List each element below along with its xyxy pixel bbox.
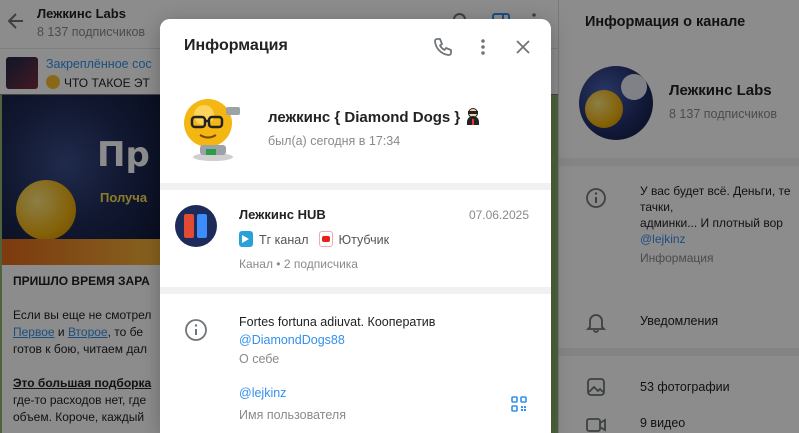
phone-icon[interactable]	[432, 36, 454, 58]
user-info-modal: Информация лежкинс { Diamond Dogs } был(…	[160, 19, 551, 433]
channel-avatar-shape	[197, 214, 207, 238]
user-last-seen: был(а) сегодня в 17:34	[268, 134, 401, 148]
more-options-icon[interactable]	[472, 36, 494, 58]
channel-last-post: Тг канал Ютубчик	[239, 231, 389, 247]
user-avatar-sticker[interactable]	[182, 93, 244, 163]
user-name-text: лежкинс { Diamond Dogs }	[268, 109, 461, 126]
channel-meta: Канал • 2 подписчика	[239, 257, 358, 271]
username-label: Имя пользователя	[239, 408, 346, 422]
modal-header-section: Информация лежкинс { Diamond Dogs } был(…	[160, 19, 551, 183]
info-icon	[185, 319, 207, 341]
about-link[interactable]: @DiamondDogs88	[239, 333, 345, 347]
youtube-icon	[318, 231, 333, 247]
modal-title: Информация	[184, 37, 288, 54]
channel-avatar	[175, 205, 217, 247]
qr-code-icon[interactable]	[510, 395, 528, 413]
personal-channel-section[interactable]: Лежкинс HUB 07.06.2025 Тг канал Ютубчик К…	[160, 190, 551, 287]
close-icon[interactable]	[512, 36, 534, 58]
emoji-status-icon	[467, 108, 480, 125]
user-details-section: Fortes fortuna adiuvat. Кооператив @Diam…	[160, 294, 551, 433]
user-name: лежкинс { Diamond Dogs }	[268, 107, 482, 126]
channel-date: 07.06.2025	[468, 208, 529, 222]
channel-avatar-shape	[184, 214, 194, 238]
channel-name: Лежкинс HUB	[239, 207, 326, 222]
channel-link-youtube: Ютубчик	[338, 233, 390, 247]
username[interactable]: @lejkinz	[239, 386, 286, 400]
about-line: Fortes fortuna adiuvat. Кооператив	[239, 315, 436, 329]
channel-link-telegram: Тг канал	[259, 233, 309, 247]
about-label: О себе	[239, 352, 280, 366]
telegram-icon	[239, 231, 253, 247]
about-text: Fortes fortuna adiuvat. Кооператив @Diam…	[239, 313, 435, 349]
